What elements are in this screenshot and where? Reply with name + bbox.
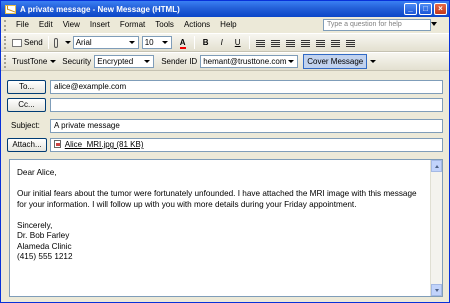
menu-grip[interactable] bbox=[4, 19, 8, 31]
paperclip-icon bbox=[53, 37, 58, 48]
underline-button[interactable]: U bbox=[231, 36, 245, 50]
menu-insert[interactable]: Insert bbox=[85, 18, 115, 32]
help-dropdown-icon[interactable] bbox=[431, 22, 437, 26]
menu-format[interactable]: Format bbox=[115, 18, 150, 32]
chevron-down-icon bbox=[50, 60, 57, 63]
to-button[interactable]: To... bbox=[7, 80, 46, 94]
close-button[interactable]: × bbox=[434, 3, 447, 15]
font-color-icon: A bbox=[179, 37, 186, 49]
font-color-button[interactable]: A bbox=[176, 36, 190, 50]
decrease-indent-icon[interactable] bbox=[330, 40, 340, 48]
menu-bar: File Edit View Insert Format Tools Actio… bbox=[1, 17, 449, 33]
toolbar-separator bbox=[47, 36, 49, 49]
scroll-up-button[interactable] bbox=[431, 160, 442, 172]
toolbar-grip[interactable] bbox=[4, 36, 7, 49]
scroll-down-button[interactable] bbox=[431, 284, 442, 296]
message-body[interactable]: Dear Alice, Our initial fears about the … bbox=[9, 159, 443, 297]
trusttone-menu-button[interactable]: TrustTone bbox=[10, 54, 58, 69]
to-field[interactable]: alice@example.com bbox=[50, 80, 443, 94]
numbered-list-icon[interactable] bbox=[300, 40, 310, 48]
cc-field[interactable] bbox=[50, 98, 443, 112]
minimize-button[interactable]: _ bbox=[404, 3, 417, 15]
toolbar-separator bbox=[193, 36, 195, 49]
italic-button[interactable]: I bbox=[215, 36, 229, 50]
send-label: Send bbox=[24, 38, 43, 47]
formatting-toolbar: Send Arial 10 A B I U bbox=[1, 33, 449, 52]
menu-file[interactable]: File bbox=[11, 18, 34, 32]
align-right-icon[interactable] bbox=[285, 40, 295, 48]
send-icon bbox=[12, 38, 22, 47]
window-title: A private message - New Message (HTML) bbox=[20, 4, 180, 14]
title-bar: A private message - New Message (HTML) _… bbox=[1, 1, 449, 17]
message-window: A private message - New Message (HTML) _… bbox=[0, 0, 450, 303]
align-center-icon[interactable] bbox=[270, 40, 280, 48]
message-body-text[interactable]: Dear Alice, Our initial fears about the … bbox=[17, 168, 427, 263]
attach-button[interactable]: Attach... bbox=[7, 138, 47, 152]
attach-file-button[interactable] bbox=[52, 35, 60, 50]
menu-view[interactable]: View bbox=[58, 18, 85, 32]
font-size-combo[interactable]: 10 bbox=[141, 36, 172, 49]
security-label: Security bbox=[62, 57, 92, 66]
font-dropdown-arrow[interactable] bbox=[60, 35, 73, 50]
bullet-list-icon[interactable] bbox=[315, 40, 325, 48]
help-search-input[interactable]: Type a question for help bbox=[323, 19, 431, 31]
arrow-down-icon bbox=[435, 289, 439, 292]
arrow-up-icon bbox=[435, 165, 439, 168]
font-name-combo[interactable]: Arial bbox=[72, 36, 139, 49]
menu-tools[interactable]: Tools bbox=[150, 18, 179, 32]
align-left-icon[interactable] bbox=[255, 40, 265, 48]
subject-field[interactable]: A private message bbox=[50, 119, 443, 133]
image-file-icon bbox=[54, 140, 61, 148]
trusttone-label: TrustTone bbox=[12, 57, 48, 66]
menu-actions[interactable]: Actions bbox=[179, 18, 215, 32]
security-select[interactable]: Encrypted bbox=[94, 55, 155, 68]
chevron-down-icon[interactable] bbox=[370, 60, 377, 63]
attachment-field[interactable]: Alice_MRI.jpg (81 KB) bbox=[50, 138, 443, 152]
sender-id-select[interactable]: hemant@trusttone.com bbox=[200, 55, 299, 68]
toolbar-separator bbox=[248, 36, 250, 49]
cover-message-button[interactable]: Cover Message bbox=[303, 54, 368, 69]
menu-edit[interactable]: Edit bbox=[34, 18, 58, 32]
menu-help[interactable]: Help bbox=[215, 18, 241, 32]
envelope-icon bbox=[5, 4, 16, 14]
chevron-down-icon bbox=[64, 41, 71, 44]
maximize-button[interactable]: □ bbox=[419, 3, 432, 15]
vertical-scrollbar[interactable] bbox=[430, 160, 442, 296]
sender-id-label: Sender ID bbox=[161, 57, 198, 66]
bold-button[interactable]: B bbox=[199, 36, 213, 50]
trusttone-toolbar: TrustTone Security Encrypted Sender ID h… bbox=[1, 52, 449, 71]
attachment-link[interactable]: Alice_MRI.jpg (81 KB) bbox=[65, 140, 144, 149]
send-button[interactable]: Send bbox=[10, 35, 45, 50]
increase-indent-icon[interactable] bbox=[345, 40, 355, 48]
subject-label: Subject: bbox=[11, 121, 40, 130]
cc-button[interactable]: Cc... bbox=[7, 98, 46, 112]
toolbar-grip[interactable] bbox=[4, 55, 7, 68]
